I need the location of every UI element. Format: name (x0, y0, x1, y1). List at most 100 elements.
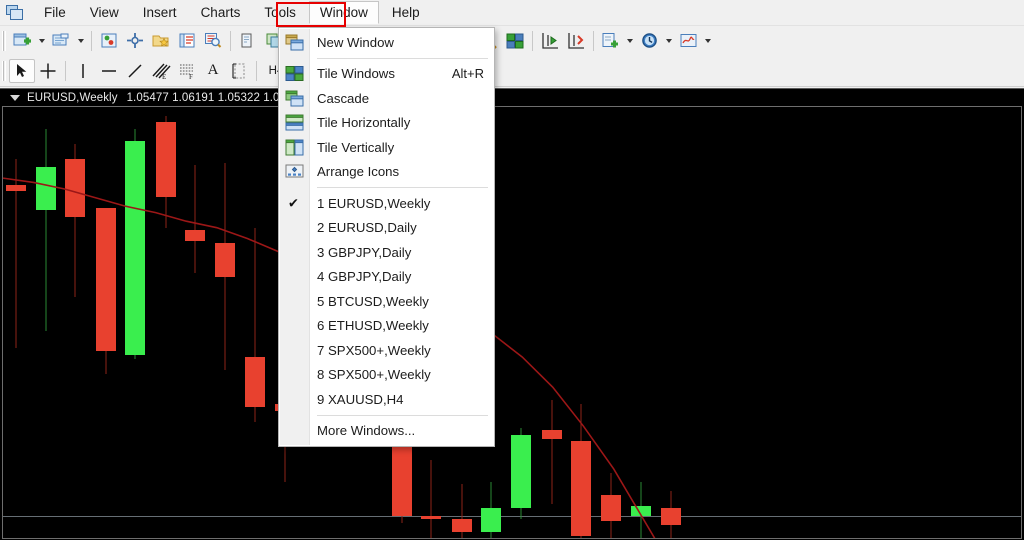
check-icon: ✔ (288, 195, 299, 211)
chart-symbol-label: EURUSD,Weekly (27, 91, 118, 104)
tile-horizontal-icon (283, 113, 305, 133)
toolbar-separator-5 (592, 30, 594, 51)
menu-item-5-btcusd-weekly[interactable]: 5 BTCUSD,Weekly (279, 289, 494, 314)
crosshair-tool-button[interactable] (35, 59, 61, 83)
cascade-icon (283, 88, 305, 108)
menu-view[interactable]: View (79, 1, 130, 24)
tile-vertical-icon (283, 137, 305, 157)
line-studies-toolbar: E F A H4 D1 W1 MN (0, 55, 1024, 87)
cursor-tool-button[interactable] (9, 58, 35, 83)
auto-scroll-button[interactable] (563, 29, 589, 53)
menu-file[interactable]: File (33, 1, 77, 24)
svg-text:F: F (189, 73, 193, 80)
period-dropdown[interactable] (663, 29, 676, 53)
menu-item-label: New Window (317, 34, 394, 50)
menu-item-label: Tile Horizontally (317, 115, 411, 131)
menu-item-1-eurusd-weekly[interactable]: ✔ 1 EURUSD,Weekly (279, 191, 494, 216)
menu-item-label: 1 EURUSD,Weekly (317, 195, 431, 211)
menu-item-8-spx500-weekly[interactable]: 8 SPX500+,Weekly (279, 363, 494, 388)
menu-item-tile-windows[interactable]: Tile Windows Alt+R (279, 62, 494, 87)
text-tool-glyph: A (207, 62, 219, 78)
menu-item-shortcut: Alt+R (451, 66, 484, 82)
menu-item-label: 6 ETHUSD,Weekly (317, 318, 429, 334)
menu-item-4-gbpjpy-daily[interactable]: 4 GBPJPY,Daily (279, 265, 494, 290)
toolbar-separator-2 (230, 30, 231, 51)
favorites-folder-button[interactable] (148, 29, 174, 53)
menu-item-tile-vertically[interactable]: Tile Vertically (279, 135, 494, 160)
line-toolbar-grip[interactable] (2, 60, 6, 81)
menu-item-label: Tile Windows (317, 66, 395, 82)
menu-separator (317, 414, 488, 416)
templates-button[interactable] (676, 29, 702, 53)
menu-item-label: 8 SPX500+,Weekly (317, 367, 431, 383)
period-button[interactable] (637, 29, 663, 53)
menu-item-label: Arrange Icons (317, 164, 400, 180)
menu-item-label: 5 BTCUSD,Weekly (317, 293, 429, 309)
toolbar-separator-4 (531, 30, 533, 51)
text-label-button[interactable] (226, 59, 252, 83)
add-indicator-button[interactable] (598, 29, 624, 53)
menu-item-label: 3 GBPJPY,Daily (317, 244, 412, 260)
menu-item-label: 2 EURUSD,Daily (317, 220, 417, 236)
chart-plot-area (3, 107, 1021, 538)
menu-item-label: More Windows... (317, 423, 416, 439)
menu-separator (317, 187, 488, 188)
fibonacci-retracement-button[interactable]: F (174, 59, 200, 83)
profiles-button[interactable] (48, 29, 74, 53)
menu-tools[interactable]: Tools (253, 1, 307, 24)
tile-windows-icon (283, 64, 305, 84)
menu-item-7-spx500-weekly[interactable]: 7 SPX500+,Weekly (279, 338, 494, 363)
templates-dropdown[interactable] (702, 29, 715, 53)
navigator-button[interactable] (122, 29, 148, 53)
menu-item-tile-horizontally[interactable]: Tile Horizontally (279, 111, 494, 136)
menu-help[interactable]: Help (381, 1, 431, 24)
line-toolbar-separator-2 (256, 60, 257, 81)
menu-item-label: 7 SPX500+,Weekly (317, 342, 431, 358)
toolbar-grip[interactable] (2, 30, 6, 51)
menu-window[interactable]: Window (308, 1, 379, 24)
strategy-tester-button[interactable] (235, 29, 261, 53)
chart-menu-triangle-icon[interactable] (10, 94, 20, 101)
menu-charts[interactable]: Charts (190, 1, 252, 24)
menu-item-arrange-icons[interactable]: Arrange Icons (279, 160, 494, 185)
menu-item-label: 4 GBPJPY,Daily (317, 269, 412, 285)
terminal-search-button[interactable] (200, 29, 226, 53)
new-chart-button[interactable] (9, 29, 35, 53)
menu-item-cascade[interactable]: Cascade (279, 86, 494, 111)
menu-item-label: Cascade (317, 90, 370, 106)
add-indicator-dropdown[interactable] (624, 29, 637, 53)
new-chart-dropdown[interactable] (35, 29, 48, 53)
vertical-line-button[interactable] (70, 59, 96, 83)
menu-item-9-xauusd-h4[interactable]: 9 XAUUSD,H4 (279, 387, 494, 412)
svg-text:E: E (162, 73, 166, 80)
toolbar-separator (91, 30, 92, 51)
menu-item-new-window[interactable]: New Window (279, 30, 494, 55)
new-window-icon (283, 32, 305, 52)
arrange-icons-icon (283, 162, 305, 182)
trendline-button[interactable] (122, 59, 148, 83)
window-menu-dropdown[interactable]: New Window Tile Windows Alt+R Cascade Tile H… (278, 27, 495, 447)
menu-bar: File View Insert Charts Tools Window Hel… (0, 0, 1024, 26)
chart-canvas[interactable] (2, 106, 1022, 539)
tile-windows-toolbar-button[interactable] (502, 29, 528, 53)
horizontal-line-button[interactable] (96, 59, 122, 83)
data-window-button[interactable] (174, 29, 200, 53)
market-watch-button[interactable] (96, 29, 122, 53)
metatrader-window: File View Insert Charts Tools Window Hel… (0, 0, 1024, 540)
menu-insert[interactable]: Insert (132, 1, 188, 24)
standard-toolbar: AutoTrading (0, 26, 1024, 55)
line-toolbar-separator (65, 60, 66, 81)
text-tool-button[interactable]: A (200, 59, 226, 83)
menu-item-more-windows[interactable]: More Windows... (279, 419, 494, 444)
profiles-dropdown[interactable] (74, 29, 87, 53)
menu-item-label: Tile Vertically (317, 139, 395, 155)
menu-separator (317, 57, 488, 59)
chart-title-bar: EURUSD,Weekly 1.05477 1.06191 1.05322 1.… (0, 89, 1024, 106)
menu-item-3-gbpjpy-daily[interactable]: 3 GBPJPY,Daily (279, 240, 494, 265)
menu-item-6-ethusd-weekly[interactable]: 6 ETHUSD,Weekly (279, 314, 494, 339)
menu-item-2-eurusd-daily[interactable]: 2 EURUSD,Daily (279, 216, 494, 241)
shift-chart-button[interactable] (537, 29, 563, 53)
mt-app-icon (6, 4, 26, 22)
equidistant-channel-button[interactable]: E (148, 59, 174, 83)
menu-item-label: 9 XAUUSD,H4 (317, 391, 404, 407)
